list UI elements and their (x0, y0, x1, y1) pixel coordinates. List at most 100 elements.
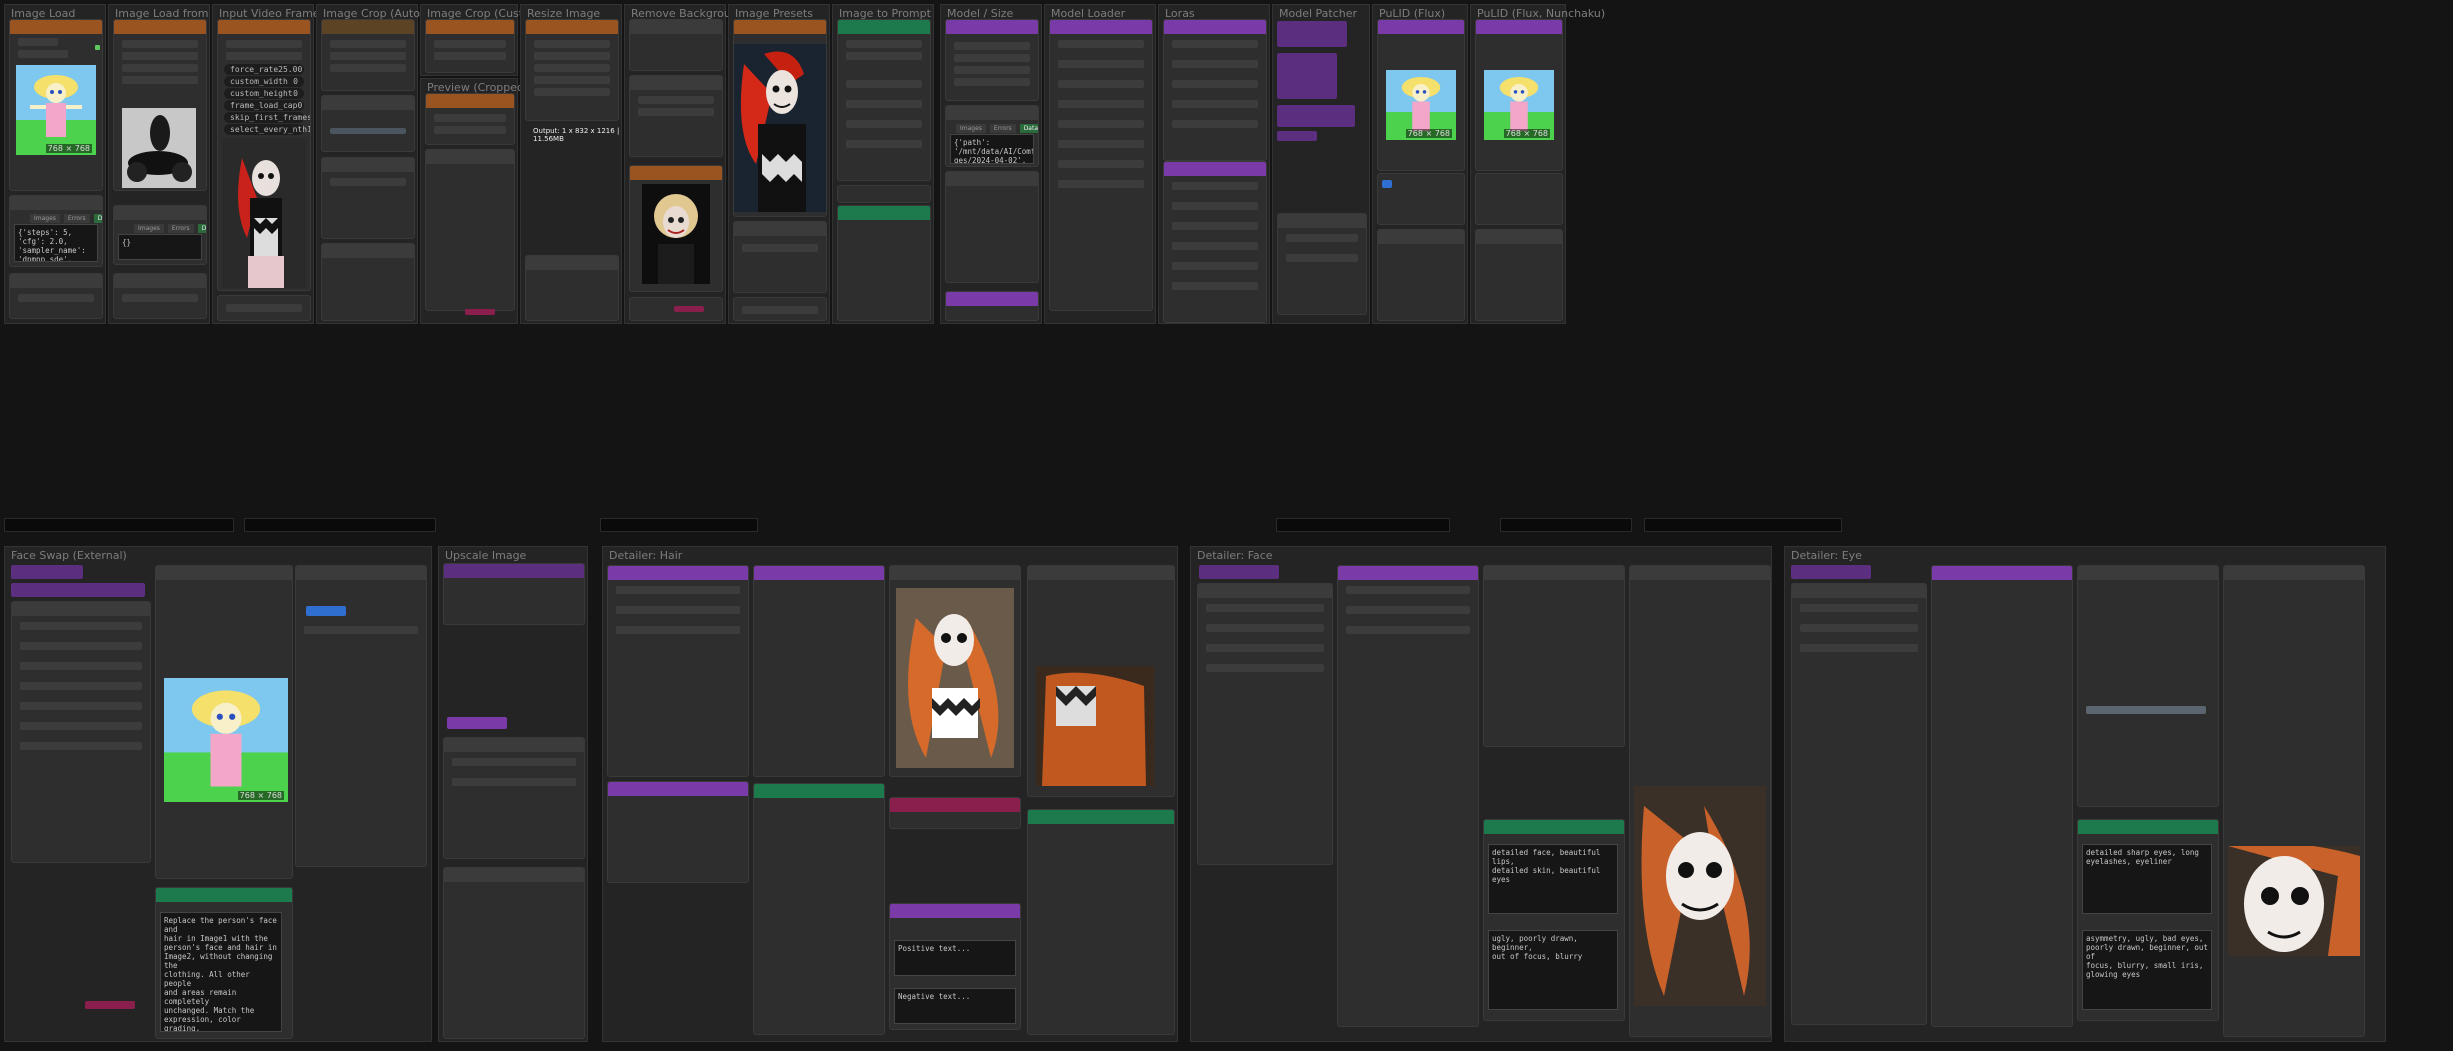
lora-node-2[interactable] (1163, 161, 1267, 323)
presets-node[interactable] (733, 19, 827, 217)
crop-auto-node-3 (321, 243, 415, 321)
hair-prompt-node[interactable]: Positive text... Negative text... (889, 903, 1021, 1030)
video-field-frame-load-cap[interactable]: frame_load_cap 0 (224, 100, 304, 111)
video-field-force-rate[interactable]: force_rate 25.00 (224, 64, 304, 75)
crop-auto-node-2[interactable] (321, 157, 415, 239)
img2prompt-node[interactable] (837, 19, 931, 181)
hair-mid (889, 797, 1021, 829)
tab-data[interactable]: Data (197, 224, 206, 233)
video-loader-node[interactable]: force_rate 25.00 custom_width 0 custom_heigh… (217, 19, 311, 291)
link-bar[interactable] (600, 518, 758, 532)
face-preview-node (1483, 565, 1625, 747)
pulid-nunchaku-node[interactable]: 768 × 768 (1475, 19, 1563, 171)
path-text: {'path': '/mnt/data/AI/ComfyUI/output/im… (950, 134, 1034, 164)
model-size-node[interactable] (945, 19, 1039, 101)
face-prompt-node[interactable]: detailed face, beautiful lips, detailed … (1483, 819, 1625, 1021)
upscale-node[interactable] (443, 563, 585, 625)
tab-images[interactable]: Images (30, 214, 60, 223)
face-detector[interactable] (1197, 583, 1333, 865)
eye-negative-text[interactable]: asymmetry, ugly, bad eyes, poorly drawn,… (2082, 930, 2212, 1010)
pulid-apply[interactable] (1377, 229, 1465, 321)
hair-mask[interactable] (607, 781, 749, 883)
pulid-settings[interactable] (1377, 173, 1465, 225)
field-name: select_every_nth (230, 125, 308, 134)
tab-data[interactable]: Data (1019, 124, 1038, 133)
field-name: custom_height (230, 89, 293, 98)
img2prompt-mid (837, 185, 931, 203)
load-folder-node[interactable] (113, 19, 207, 191)
video-field-select-every-nth[interactable]: select_every_nth1 (224, 124, 310, 135)
model-loader-node[interactable] (1049, 19, 1153, 311)
eye-detector[interactable] (1791, 583, 1927, 1025)
face-clown-image (1634, 786, 1766, 1006)
hair-negative-text[interactable]: Negative text... (894, 988, 1016, 1024)
video-field-custom-width[interactable]: custom_width 0 (224, 76, 304, 87)
patcher-node[interactable] (1277, 213, 1367, 315)
folder-metadata-node[interactable]: Images Errors Data {} (113, 205, 207, 265)
crop-auto-node[interactable] (321, 19, 415, 91)
folder-text: {} (118, 234, 202, 260)
group-title: Face Swap (External) (11, 549, 127, 562)
tab-images[interactable]: Images (134, 224, 164, 233)
tab-images[interactable]: Images (956, 124, 986, 133)
metadata-node[interactable]: Images Errors Data {'steps': 5, 'cfg': 2… (9, 195, 103, 267)
hair-conditioning[interactable] (753, 783, 885, 1035)
rembg-node[interactable] (629, 19, 723, 71)
link-bar[interactable] (244, 518, 436, 532)
preview-crop-node[interactable] (425, 93, 515, 145)
path-node[interactable]: Images Errors Data {'path': '/mnt/data/A… (945, 105, 1039, 167)
link-bar[interactable] (4, 518, 234, 532)
eye-clown-image (2228, 846, 2360, 956)
group-model-patcher: Model Patcher (1272, 4, 1370, 324)
face-negative-text[interactable]: ugly, poorly drawn, beginner, out of foc… (1488, 930, 1618, 1010)
video-field-skip-first-frames[interactable]: skip_first_frames0 (224, 112, 310, 123)
eye-positive-text[interactable]: detailed sharp eyes, long eyelashes, eye… (2082, 844, 2212, 914)
load-image-node[interactable]: 768 × 768 (9, 19, 103, 191)
tab-errors[interactable]: Errors (63, 214, 90, 223)
tab-errors[interactable]: Errors (989, 124, 1016, 133)
faceswap-right-node[interactable] (295, 565, 427, 867)
faceswap-prompt-text[interactable]: Replace the person's face and hair in Im… (160, 912, 282, 1032)
group-image-crop-custom: Image Crop (Custom) (420, 4, 545, 76)
eye-prompt-node[interactable]: detailed sharp eyes, long eyelashes, eye… (2077, 819, 2219, 1021)
upscale-settings[interactable] (443, 737, 585, 859)
clown-photo-2 (734, 44, 826, 212)
pulid-node[interactable]: 768 × 768 (1377, 19, 1465, 171)
group-image-to-prompt: Image to Prompt (832, 4, 934, 324)
face-positive-text[interactable]: detailed face, beautiful lips, detailed … (1488, 844, 1618, 914)
field-value: 0 (293, 77, 298, 86)
face-sampler[interactable] (1337, 565, 1479, 1027)
presets-settings[interactable] (733, 221, 827, 293)
group-image-load-folder: Image Load from Folder Images Errors Dat… (108, 4, 246, 324)
faceswap-settings[interactable] (11, 601, 151, 863)
hair-detector[interactable] (607, 565, 749, 777)
pulid-nunchaku-settings[interactable] (1475, 173, 1563, 225)
tab-errors[interactable]: Errors (167, 224, 194, 233)
tab-data[interactable]: Data (93, 214, 102, 223)
resize-node[interactable] (525, 19, 619, 121)
rembg-settings[interactable] (629, 75, 723, 157)
folder-footer (113, 273, 207, 319)
pulid-nunchaku-apply[interactable] (1475, 229, 1563, 321)
group-loras: Loras (1158, 4, 1270, 324)
model-size-footer (945, 291, 1039, 321)
face-output-node (1629, 565, 1771, 1037)
eye-sampler[interactable] (1931, 565, 2073, 1027)
crop-custom-node[interactable] (425, 19, 515, 73)
group-detailer-hair: Detailer: Hair Positive text... Negative… (602, 546, 1178, 1042)
hair-preview-2 (1027, 565, 1175, 797)
lora-node-1[interactable] (1163, 19, 1267, 161)
clown-photo-1 (222, 138, 306, 288)
video-field-custom-height[interactable]: custom_height 0 (224, 88, 304, 99)
hair-positive-text[interactable]: Positive text... (894, 940, 1016, 976)
group-title: Upscale Image (445, 549, 527, 562)
faceswap-prompt-node[interactable]: Replace the person's face and hair in Im… (155, 887, 293, 1039)
group-input-video: Input Video Frame force_rate 25.00 custom_… (212, 4, 320, 324)
link-bar[interactable] (1276, 518, 1450, 532)
hair-back-image (1036, 666, 1154, 786)
link-bar[interactable] (1644, 518, 1842, 532)
group-remove-background: Remove Background (624, 4, 745, 324)
link-bar[interactable] (1500, 518, 1632, 532)
pulid-nunchaku-image: 768 × 768 (1484, 70, 1554, 140)
hair-sampler[interactable] (753, 565, 885, 777)
